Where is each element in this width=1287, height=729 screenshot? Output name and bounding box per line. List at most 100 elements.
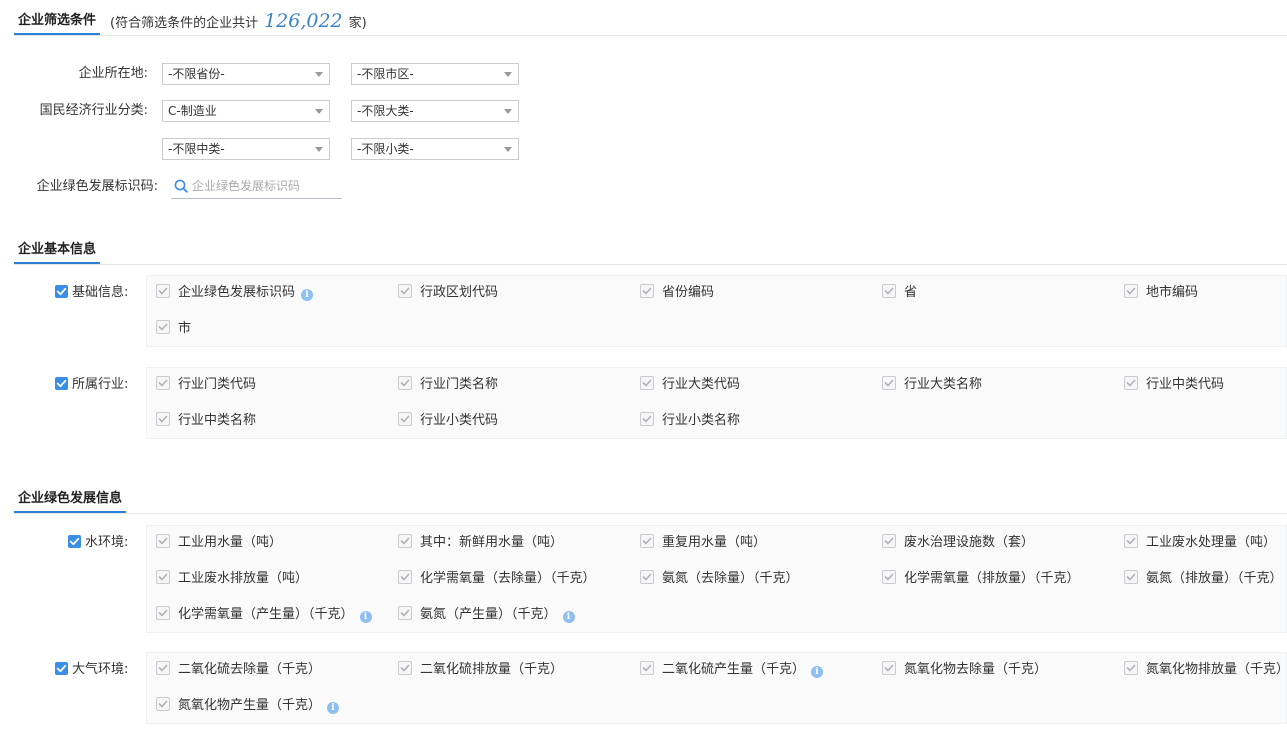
field-label: 地市编码 [1146, 285, 1199, 300]
field-label: 企业绿色发展标识码 [178, 285, 296, 300]
field-label: 行业门类代码 [178, 377, 257, 392]
industry-category-select[interactable]: C-制造业 [162, 100, 330, 122]
group-checkbox-green-groups-0[interactable]: 水环境: [68, 534, 128, 552]
field-label: 化学需氧量（去除量）（千克） [420, 571, 596, 586]
field-checkbox[interactable]: 工业用水量（吨） [156, 534, 282, 552]
field-checkbox[interactable]: 氮氧化物产生量（千克） i [156, 697, 340, 715]
info-icon[interactable]: i [301, 289, 314, 301]
checkbox-checked-icon [882, 570, 896, 584]
field-label: 重复用水量（吨） [662, 535, 767, 550]
checkbox-checked-icon [398, 412, 412, 426]
city-select[interactable]: -不限市区- [351, 63, 519, 85]
checkbox-checked-icon [156, 606, 170, 620]
group-checkbox-basic-groups-1[interactable]: 所属行业: [55, 376, 128, 394]
field-checkbox[interactable]: 氨氮（排放量）（千克） [1124, 570, 1283, 588]
checkbox-checked-icon [882, 284, 896, 298]
field-checkbox[interactable]: 化学需氧量（排放量）（千克） [882, 570, 1080, 588]
field-checkbox[interactable]: 化学需氧量（去除量）（千克） [398, 570, 596, 588]
field-checkbox[interactable]: 省 [882, 284, 917, 302]
group-checkbox-green-groups-1[interactable]: 大气环境: [55, 661, 128, 679]
info-icon[interactable]: i [327, 702, 340, 714]
province-select-value: -不限省份- [168, 67, 225, 81]
checkbox-checked-icon [640, 570, 654, 584]
field-label: 其中：新鲜用水量（吨） [420, 535, 564, 550]
checkbox-checked-icon [1124, 534, 1138, 548]
field-checkbox[interactable]: 工业废水排放量（吨） [156, 570, 308, 588]
field-checkbox[interactable]: 氮氧化物排放量（千克） [1124, 661, 1287, 679]
filter-section-title: 企业筛选条件 [14, 9, 101, 35]
checkbox-checked-icon [882, 661, 896, 675]
checkbox-checked-icon [398, 661, 412, 675]
field-checkbox[interactable]: 氮氧化物去除量（千克） [882, 661, 1047, 679]
field-checkbox[interactable]: 重复用水量（吨） [640, 534, 766, 552]
chevron-down-icon [315, 147, 323, 152]
checkbox-checked-icon [398, 570, 412, 584]
industry-major-select[interactable]: -不限大类- [351, 100, 519, 122]
field-checkbox[interactable]: 行业大类代码 [640, 376, 740, 394]
field-checkbox[interactable]: 行业中类名称 [156, 412, 256, 430]
field-checkbox[interactable]: 行政区划代码 [398, 284, 498, 302]
checkbox-checked-icon [156, 284, 170, 298]
checkbox-checked-icon [640, 661, 654, 675]
checkbox-checked-icon [398, 606, 412, 620]
group-label-text: 大气环境: [72, 662, 129, 677]
industry-category-value: C-制造业 [168, 104, 217, 118]
code-search-input[interactable] [192, 176, 340, 196]
filter-result-count: 126,022 [264, 10, 343, 32]
field-checkbox[interactable]: 氨氮（去除量）（千克） [640, 570, 799, 588]
location-label: 企业所在地: [78, 66, 148, 81]
checkbox-checked-icon [640, 284, 654, 298]
group-checkbox-basic-groups-0[interactable]: 基础信息: [55, 284, 128, 302]
field-checkbox[interactable]: 二氧化硫去除量（千克） [156, 661, 321, 679]
field-checkbox[interactable]: 企业绿色发展标识码 i [156, 284, 314, 302]
checkbox-checked-icon [398, 376, 412, 390]
field-checkbox[interactable]: 其中：新鲜用水量（吨） [398, 534, 563, 552]
field-checkbox[interactable]: 二氧化硫排放量（千克） [398, 661, 563, 679]
info-icon[interactable]: i [562, 611, 575, 623]
checkbox-checked-icon [156, 697, 170, 711]
field-label: 二氧化硫产生量（千克） [662, 662, 806, 677]
field-checkbox[interactable]: 省份编码 [640, 284, 714, 302]
field-checkbox[interactable]: 地市编码 [1124, 284, 1198, 302]
checkbox-checked-icon [640, 534, 654, 548]
field-label: 行业大类名称 [904, 377, 983, 392]
green-section-title: 企业绿色发展信息 [14, 487, 127, 513]
field-label: 工业废水处理量（吨） [1146, 535, 1277, 550]
field-label: 化学需氧量（排放量）（千克） [904, 571, 1080, 586]
field-checkbox[interactable]: 行业大类名称 [882, 376, 982, 394]
checkbox-checked-icon [156, 412, 170, 426]
checkbox-panel [146, 275, 1287, 347]
field-checkbox[interactable]: 化学需氧量（产生量）（千克） i [156, 606, 372, 624]
province-select[interactable]: -不限省份- [162, 63, 330, 85]
checkbox-checked-icon [55, 662, 68, 675]
group-label-text: 所属行业: [72, 377, 129, 392]
checkbox-checked-icon [55, 377, 68, 390]
field-checkbox[interactable]: 市 [156, 320, 191, 338]
code-label: 企业绿色发展标识码: [36, 179, 158, 194]
field-checkbox[interactable]: 行业小类名称 [640, 412, 740, 430]
code-search-box[interactable] [171, 176, 342, 199]
field-checkbox[interactable]: 行业门类名称 [398, 376, 498, 394]
field-checkbox[interactable]: 工业废水处理量（吨） [1124, 534, 1276, 552]
field-checkbox[interactable]: 二氧化硫产生量（千克） i [640, 661, 824, 679]
field-checkbox[interactable]: 行业门类代码 [156, 376, 256, 394]
filter-note-suffix: 家) [348, 16, 367, 31]
green-section-header: 企业绿色发展信息 [14, 487, 1287, 514]
chevron-down-icon [504, 109, 512, 114]
info-icon[interactable]: i [359, 611, 372, 623]
field-checkbox[interactable]: 行业中类代码 [1124, 376, 1224, 394]
checkbox-checked-icon [398, 284, 412, 298]
field-label: 氮氧化物去除量（千克） [904, 662, 1048, 677]
field-checkbox[interactable]: 废水治理设施数（套） [882, 534, 1034, 552]
field-label: 行业小类名称 [662, 413, 741, 428]
field-checkbox[interactable]: 行业小类代码 [398, 412, 498, 430]
field-checkbox[interactable]: 氨氮（产生量）（千克） i [398, 606, 575, 624]
field-label: 省份编码 [662, 285, 715, 300]
basic-section-title: 企业基本信息 [14, 238, 101, 264]
field-label: 行业大类代码 [662, 377, 741, 392]
field-label: 行业中类代码 [1146, 377, 1225, 392]
field-label: 行政区划代码 [420, 285, 499, 300]
industry-minor-select[interactable]: -不限小类- [351, 138, 519, 160]
info-icon[interactable]: i [811, 666, 824, 678]
industry-medium-select[interactable]: -不限中类- [162, 138, 330, 160]
